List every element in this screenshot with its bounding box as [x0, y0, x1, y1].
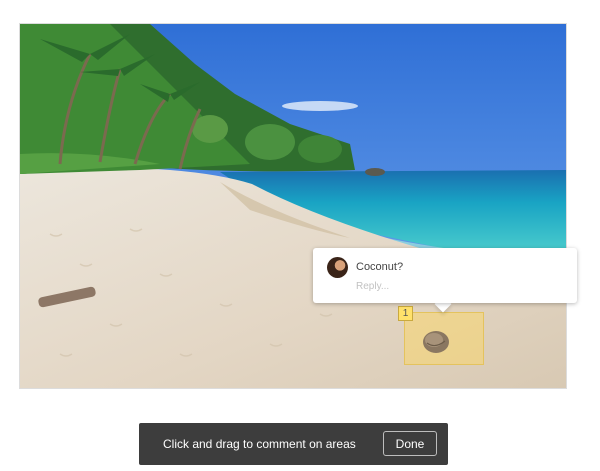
annotation-number-badge[interactable]: 1	[398, 306, 413, 321]
reply-input[interactable]	[354, 278, 558, 294]
done-button[interactable]: Done	[383, 431, 437, 456]
comment-toolbar: Click and drag to comment on areas Done	[139, 423, 448, 465]
annotation-number: 1	[402, 308, 409, 319]
comment-text: Coconut?	[356, 261, 404, 273]
coconut-icon	[423, 331, 449, 353]
comment-area-selection[interactable]	[404, 312, 484, 365]
toolbar-instruction: Click and drag to comment on areas	[163, 437, 356, 451]
comment-bubble: Coconut?	[313, 248, 577, 303]
avatar	[327, 257, 348, 278]
